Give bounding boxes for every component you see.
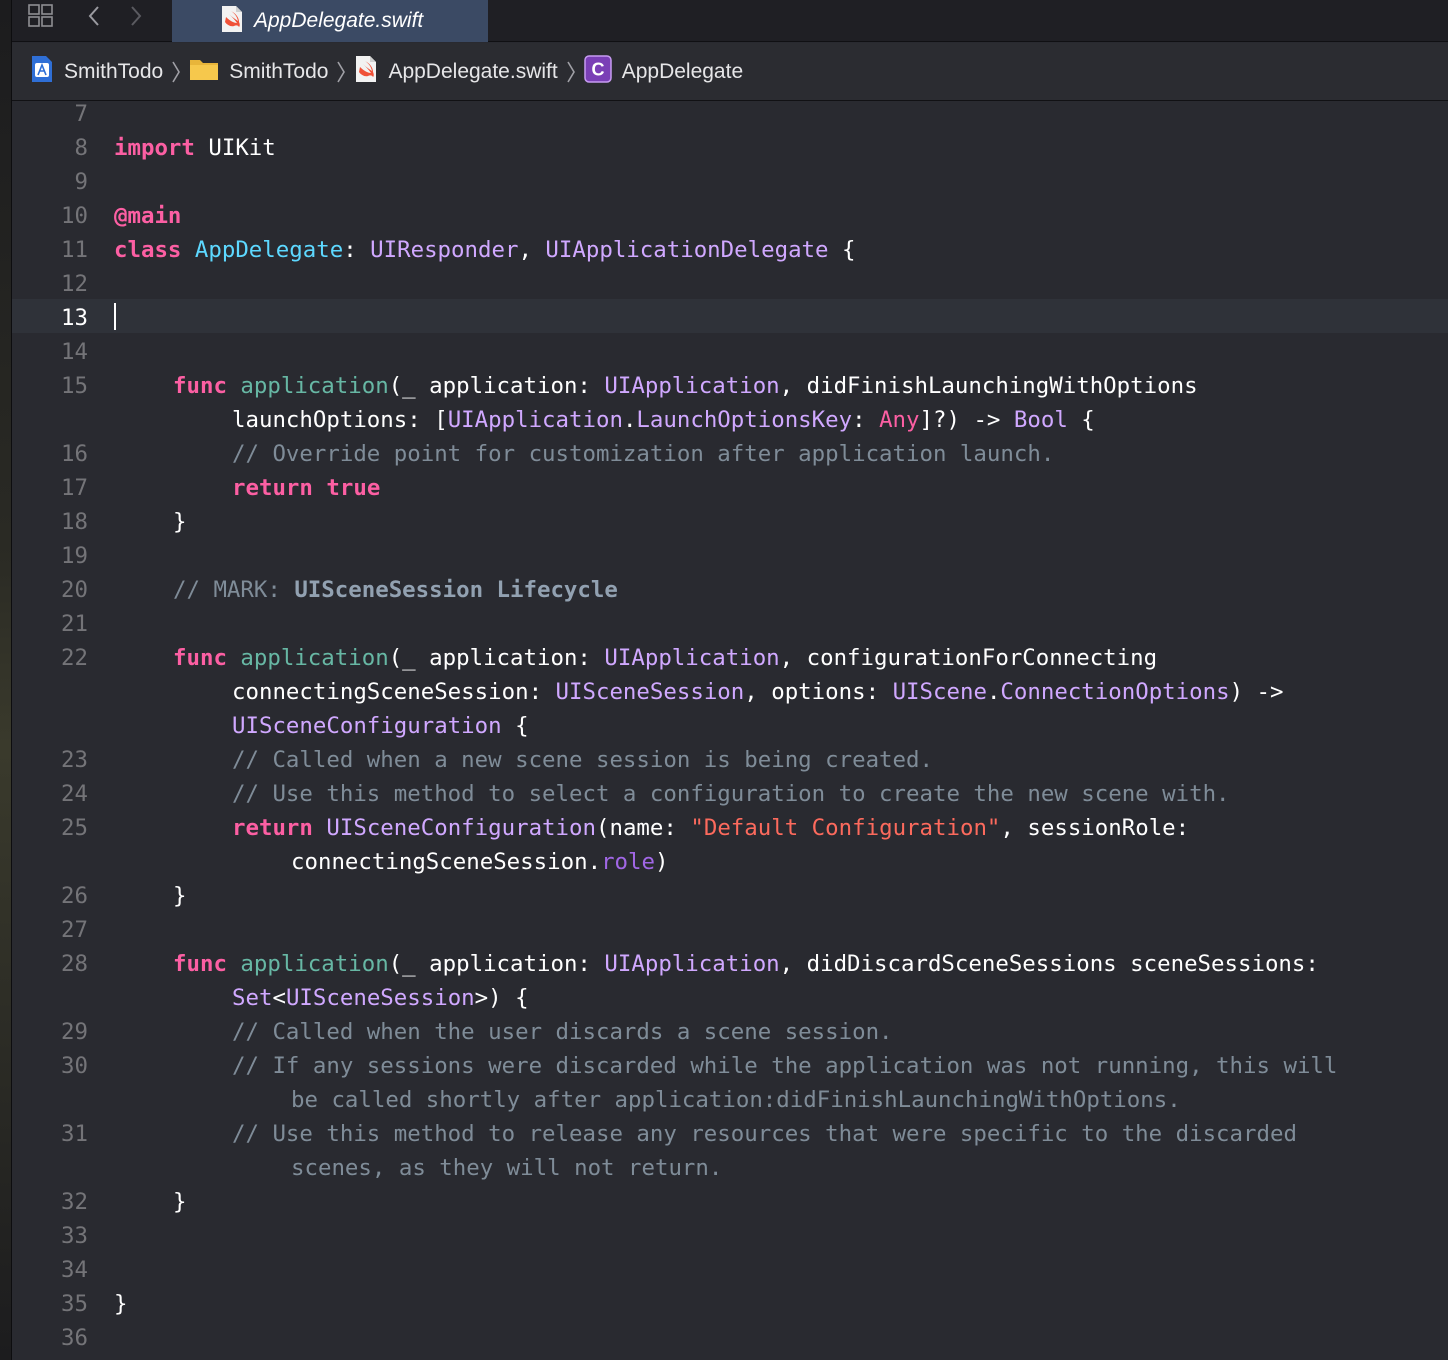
line-number: 14 (61, 339, 88, 365)
line-number: 30 (61, 1053, 88, 1079)
line-number-current: 13 (61, 305, 88, 331)
line-number: 8 (74, 135, 88, 161)
xcode-project-icon (30, 55, 54, 89)
line-number: 22 (61, 645, 88, 671)
breadcrumb-label: AppDelegate (621, 59, 744, 83)
tab-appdelegate-swift[interactable]: AppDelegate.swift (172, 0, 488, 42)
breadcrumb-file[interactable]: AppDelegate.swift (354, 52, 558, 92)
line-number: 19 (61, 543, 88, 569)
line-number: 16 (61, 441, 88, 467)
swift-file-icon (220, 5, 244, 39)
code-line: return true (232, 475, 381, 501)
code-editor[interactable]: 7 8 9 10 11 12 13 14 15 16 17 18 19 20 2… (12, 101, 1448, 1360)
breadcrumb-label: AppDelegate.swift (388, 59, 558, 83)
line-number: 23 (61, 747, 88, 773)
breadcrumb: SmithTodo SmithTodo AppDelegate.swift C … (12, 43, 1448, 101)
code-comment: scenes, as they will not return. (291, 1155, 723, 1181)
code-line: class AppDelegate: UIResponder, UIApplic… (114, 237, 856, 263)
code-line: Set<UISceneSession>) { (232, 985, 529, 1011)
code-line: return UISceneConfiguration(name: "Defau… (232, 815, 1190, 841)
line-number: 10 (61, 203, 88, 229)
code-comment: // If any sessions were discarded while … (232, 1053, 1338, 1079)
line-number: 12 (61, 271, 88, 297)
chevron-left-icon[interactable] (82, 2, 106, 30)
line-number: 36 (61, 1325, 88, 1351)
code-comment: // Override point for customization afte… (232, 441, 1055, 467)
code-line: } (114, 1291, 128, 1317)
desktop-edge (0, 0, 12, 1360)
tab-bar: AppDelegate.swift (12, 0, 1448, 42)
code-line: } (173, 883, 187, 909)
code-comment: // Use this method to select a configura… (232, 781, 1230, 807)
breadcrumb-group[interactable]: SmithTodo (189, 52, 328, 92)
chevron-right-icon (566, 60, 576, 84)
code-line: } (173, 509, 187, 535)
related-items-grid-icon[interactable] (26, 2, 56, 30)
code-line: // MARK: UISceneSession Lifecycle (173, 577, 618, 603)
code-comment: // Called when the user discards a scene… (232, 1019, 893, 1045)
code-line: func application(_ application: UIApplic… (173, 645, 1158, 671)
line-number: 31 (61, 1121, 88, 1147)
chevron-right-icon (336, 60, 346, 84)
line-number: 34 (61, 1257, 88, 1283)
breadcrumb-project[interactable]: SmithTodo (30, 52, 163, 92)
code-line: import UIKit (114, 135, 276, 161)
line-number: 29 (61, 1019, 88, 1045)
current-line-highlight (12, 299, 1448, 333)
line-number: 21 (61, 611, 88, 637)
line-number: 15 (61, 373, 88, 399)
folder-icon (189, 57, 219, 87)
chevron-right-icon (171, 60, 181, 84)
line-number: 27 (61, 917, 88, 943)
code-line: func application(_ application: UIApplic… (173, 951, 1319, 977)
line-number: 26 (61, 883, 88, 909)
code-comment: be called shortly after application:didF… (291, 1087, 1181, 1113)
code-line: } (173, 1189, 187, 1215)
code-line: UISceneConfiguration { (232, 713, 529, 739)
line-number: 7 (74, 101, 88, 127)
text-cursor (114, 303, 116, 330)
line-number: 35 (61, 1291, 88, 1317)
line-number: 25 (61, 815, 88, 841)
line-number: 20 (61, 577, 88, 603)
code-line: launchOptions: [UIApplication.LaunchOpti… (232, 407, 1095, 433)
line-number: 32 (61, 1189, 88, 1215)
line-number: 33 (61, 1223, 88, 1249)
line-number: 11 (61, 237, 88, 263)
breadcrumb-class[interactable]: C AppDelegate (583, 52, 744, 92)
code-line: @main (114, 203, 182, 229)
line-number: 18 (61, 509, 88, 535)
breadcrumb-label: SmithTodo (229, 59, 329, 83)
code-line: connectingSceneSession: UISceneSession, … (232, 679, 1284, 705)
breadcrumb-label: SmithTodo (64, 59, 164, 83)
chevron-right-icon[interactable] (124, 2, 148, 30)
tab-label: AppDelegate.swift (254, 9, 424, 32)
code-line: func application(_ application: UIApplic… (173, 373, 1198, 399)
line-number: 24 (61, 781, 88, 807)
code-line: connectingSceneSession.role) (291, 849, 669, 875)
line-number: 28 (61, 951, 88, 977)
code-comment: // Called when a new scene session is be… (232, 747, 933, 773)
svg-text:C: C (591, 59, 604, 79)
line-number: 17 (61, 475, 88, 501)
class-icon: C (583, 54, 612, 89)
swift-file-icon (354, 55, 378, 89)
code-comment: // Use this method to release any resour… (232, 1121, 1297, 1147)
line-number: 9 (74, 169, 88, 195)
